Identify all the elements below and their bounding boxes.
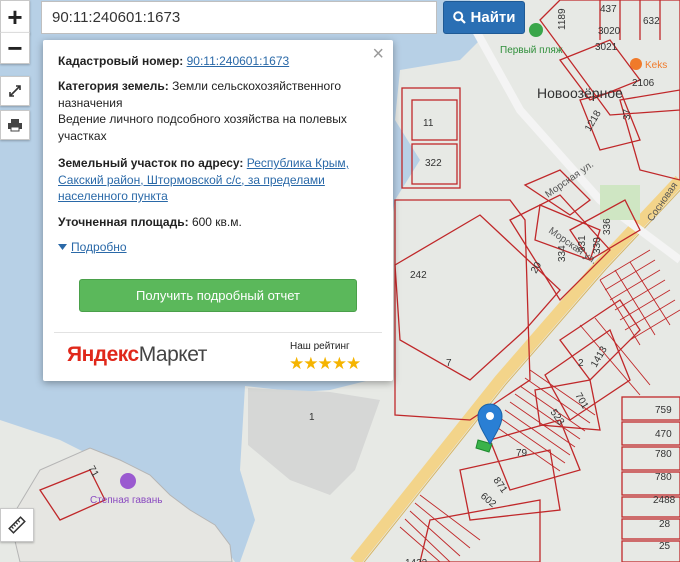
ruler-button[interactable] <box>0 508 34 542</box>
expand-icon <box>9 85 21 97</box>
ruler-icon <box>8 516 26 534</box>
parcel-7: 7 <box>446 358 452 369</box>
parcel-3021: 3021 <box>595 42 618 53</box>
parcel-780a: 780 <box>655 449 672 460</box>
parcel-632: 632 <box>643 16 660 27</box>
svg-text:Степная гавань: Степная гавань <box>90 495 162 506</box>
parcel-470: 470 <box>655 429 672 440</box>
parcel-2106: 2106 <box>632 78 655 89</box>
divider <box>54 332 382 333</box>
parcel-11: 11 <box>423 118 434 129</box>
parcel-79: 79 <box>516 448 528 459</box>
svg-text:Первый пляж: Первый пляж <box>500 45 563 56</box>
parcel-3020: 3020 <box>598 26 621 37</box>
parcel-25: 25 <box>659 541 671 552</box>
area-row: Уточненная площадь: 600 кв.м. <box>58 214 373 231</box>
svg-text:Keks: Keks <box>645 60 667 71</box>
keks-icon <box>630 58 642 70</box>
triangle-down-icon <box>58 244 67 250</box>
address-row: Земельный участок по адресу: Республика … <box>58 155 373 205</box>
search-input[interactable] <box>41 1 437 34</box>
parcel-2: 2 <box>578 358 584 369</box>
parcel-2488: 2488 <box>653 495 676 506</box>
fullscreen-button[interactable] <box>0 76 30 106</box>
details-toggle-label: Подробно <box>71 240 127 254</box>
zoom-in-button[interactable]: + <box>0 0 30 34</box>
address-label: Земельный участок по адресу: <box>58 156 244 170</box>
cadastral-row: Кадастровый номер: 90:11:240601:1673 <box>58 53 373 70</box>
area-value: 600 кв.м. <box>191 215 242 229</box>
use-value: Ведение личного подсобного хозяйства на … <box>58 112 347 143</box>
parcel-1189: 1189 <box>557 8 568 30</box>
parcel-759: 759 <box>655 405 672 416</box>
get-report-button[interactable]: Получить подробный отчет <box>79 279 357 312</box>
search-button-label: Найти <box>470 9 516 26</box>
printer-icon <box>8 119 22 132</box>
rating-label: Наш рейтинг <box>290 341 350 352</box>
place-keks[interactable]: Keks <box>630 58 667 71</box>
close-icon[interactable]: × <box>372 44 384 64</box>
harbor-icon <box>120 473 136 489</box>
search-icon <box>452 11 466 24</box>
parcel-437: 437 <box>600 4 617 15</box>
place-town: Новоозёрное <box>537 85 623 101</box>
parcel-37: 37 <box>622 108 633 120</box>
category-label: Категория земель: <box>58 79 169 93</box>
parcel-28: 28 <box>659 519 671 530</box>
parcel-1: 1 <box>309 412 315 423</box>
parcel-780b: 780 <box>655 472 672 483</box>
area-label: Уточненная площадь: <box>58 215 189 229</box>
details-toggle[interactable]: Подробно <box>58 240 127 254</box>
parcel-242: 242 <box>410 270 427 281</box>
parcel-330: 330 <box>592 237 603 254</box>
search-button[interactable]: Найти <box>443 1 525 34</box>
rating-stars: ★★★★★ <box>289 354 361 373</box>
parcel-info-popup: × Кадастровый номер: 90:11:240601:1673 К… <box>43 40 393 381</box>
beach-icon <box>529 23 543 37</box>
cadastral-link[interactable]: 90:11:240601:1673 <box>187 54 290 68</box>
zoom-out-button[interactable]: − <box>0 32 30 64</box>
cadastral-label: Кадастровый номер: <box>58 54 184 68</box>
print-button[interactable] <box>0 110 30 140</box>
category-row: Категория земель: Земли сельскохозяйстве… <box>58 78 373 144</box>
yandex-market-logo[interactable]: ЯндексМаркет <box>67 343 207 367</box>
parcel-322: 322 <box>425 158 442 169</box>
parcel-336: 336 <box>602 218 613 235</box>
parcel-1422: 1422 <box>405 558 428 562</box>
